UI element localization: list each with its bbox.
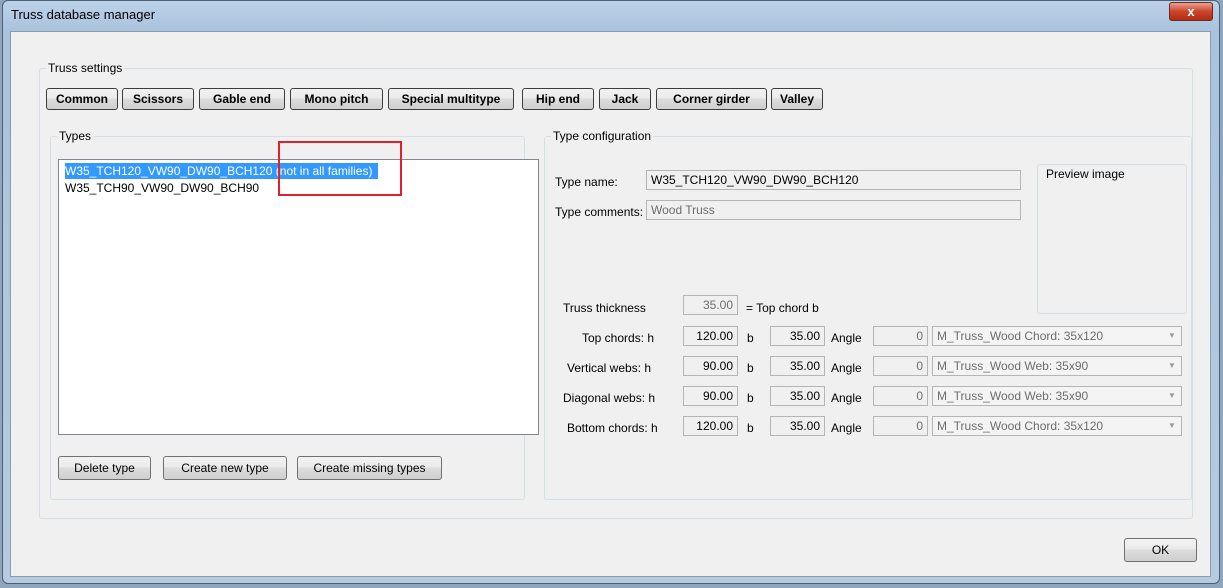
type-button-common[interactable]: Common <box>46 88 118 110</box>
highlight-annotation-box <box>278 141 402 196</box>
preview-image-box: Preview image <box>1037 164 1187 314</box>
ok-button[interactable]: OK <box>1124 538 1197 562</box>
truss-thickness-note: = Top chord b <box>746 301 819 315</box>
top-chords-h-field[interactable]: 120.00 <box>683 326 738 346</box>
type-button-scissors[interactable]: Scissors <box>122 88 194 110</box>
bottom-chords-label: Bottom chords: h <box>567 421 658 435</box>
dialog-client-area: Truss settings Common Scissors Gable end… <box>10 31 1211 577</box>
vertical-webs-h-field[interactable]: 90.00 <box>683 356 738 376</box>
type-configuration-group: Type configuration Type name: W35_TCH120… <box>544 129 1192 500</box>
truss-thickness-label: Truss thickness <box>563 301 646 315</box>
top-chords-angle-field[interactable]: 0 <box>873 326 928 346</box>
chevron-down-icon: ▼ <box>1168 331 1176 340</box>
type-name-field[interactable]: W35_TCH120_VW90_DW90_BCH120 <box>646 170 1021 190</box>
truss-settings-legend: Truss settings <box>48 61 123 75</box>
chevron-down-icon: ▼ <box>1168 421 1176 430</box>
chevron-down-icon: ▼ <box>1168 391 1176 400</box>
dropdown-value: M_Truss_Wood Chord: 35x120 <box>937 329 1104 343</box>
preview-image-label: Preview image <box>1046 167 1125 181</box>
b-label: b <box>747 391 754 405</box>
type-comments-field[interactable]: Wood Truss <box>646 200 1021 220</box>
title-bar[interactable]: Truss database manager x <box>3 1 1219 29</box>
types-legend: Types <box>59 129 92 143</box>
bottom-chords-family-dropdown[interactable]: M_Truss_Wood Chord: 35x120 ▼ <box>932 416 1182 436</box>
type-name-label: Type name: <box>555 175 618 189</box>
angle-label: Angle <box>831 421 862 435</box>
diagonal-webs-family-dropdown[interactable]: M_Truss_Wood Web: 35x90 ▼ <box>932 386 1182 406</box>
type-button-hip-end[interactable]: Hip end <box>522 88 594 110</box>
close-icon: x <box>1187 4 1195 19</box>
b-label: b <box>747 331 754 345</box>
truss-settings-group: Truss settings Common Scissors Gable end… <box>39 61 1193 519</box>
angle-label: Angle <box>831 391 862 405</box>
bottom-chords-b-field[interactable]: 35.00 <box>770 416 825 436</box>
b-label: b <box>747 421 754 435</box>
types-listbox[interactable]: W35_TCH120_VW90_DW90_BCH120 (not in all … <box>58 159 539 435</box>
type-button-special-multitype[interactable]: Special multitype <box>388 88 514 110</box>
b-label: b <box>747 361 754 375</box>
top-chords-b-field[interactable]: 35.00 <box>770 326 825 346</box>
dropdown-value: M_Truss_Wood Web: 35x90 <box>937 389 1089 403</box>
vertical-webs-label: Vertical webs: h <box>567 361 652 375</box>
top-chords-label: Top chords: h <box>582 331 655 345</box>
truss-thickness-field[interactable]: 35.00 <box>683 295 738 315</box>
type-comments-label: Type comments: <box>555 205 644 219</box>
dialog-window: Truss database manager x Truss settings … <box>2 0 1220 584</box>
type-button-gable-end[interactable]: Gable end <box>199 88 285 110</box>
window-title: Truss database manager <box>11 7 156 22</box>
type-name: W35_TCH90_VW90_DW90_BCH90 <box>65 181 260 195</box>
dropdown-value: M_Truss_Wood Web: 35x90 <box>937 359 1089 373</box>
angle-label: Angle <box>831 331 862 345</box>
close-button[interactable]: x <box>1169 2 1213 21</box>
type-name: W35_TCH120_VW90_DW90_BCH120 <box>65 164 273 178</box>
top-chords-family-dropdown[interactable]: M_Truss_Wood Chord: 35x120 ▼ <box>932 326 1182 346</box>
bottom-chords-h-field[interactable]: 120.00 <box>683 416 738 436</box>
vertical-webs-b-field[interactable]: 35.00 <box>770 356 825 376</box>
vertical-webs-family-dropdown[interactable]: M_Truss_Wood Web: 35x90 ▼ <box>932 356 1182 376</box>
diagonal-webs-label: Diagonal webs: h <box>563 391 656 405</box>
bottom-chords-angle-field[interactable]: 0 <box>873 416 928 436</box>
type-button-jack[interactable]: Jack <box>599 88 651 110</box>
type-button-mono-pitch[interactable]: Mono pitch <box>290 88 383 110</box>
diagonal-webs-h-field[interactable]: 90.00 <box>683 386 738 406</box>
delete-type-button[interactable]: Delete type <box>58 456 151 480</box>
dropdown-value: M_Truss_Wood Chord: 35x120 <box>937 419 1104 433</box>
angle-label: Angle <box>831 361 862 375</box>
type-button-valley[interactable]: Valley <box>771 88 823 110</box>
chevron-down-icon: ▼ <box>1168 361 1176 370</box>
diagonal-webs-b-field[interactable]: 35.00 <box>770 386 825 406</box>
create-new-type-button[interactable]: Create new type <box>163 456 287 480</box>
vertical-webs-angle-field[interactable]: 0 <box>873 356 928 376</box>
type-configuration-legend: Type configuration <box>553 129 652 143</box>
diagonal-webs-angle-field[interactable]: 0 <box>873 386 928 406</box>
list-item[interactable]: W35_TCH90_VW90_DW90_BCH90 <box>65 180 259 196</box>
type-button-corner-girder[interactable]: Corner girder <box>656 88 767 110</box>
create-missing-types-button[interactable]: Create missing types <box>297 456 442 480</box>
